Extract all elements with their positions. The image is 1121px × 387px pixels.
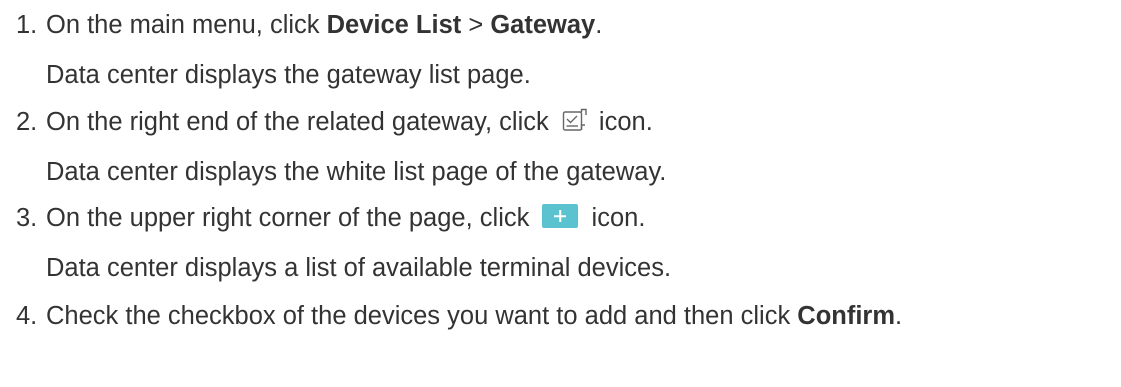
instruction-text: icon. <box>591 108 653 136</box>
step-number: 4. <box>16 302 38 330</box>
step-3: 3. On the upper right corner of the page… <box>16 199 671 287</box>
step-4: 4. Check the checkbox of the devices you… <box>16 297 902 335</box>
add-plus-icon <box>542 204 579 228</box>
step-3-result: Data center displays a list of available… <box>46 254 672 282</box>
menu-gateway: Gateway <box>490 11 596 39</box>
confirm-label: Confirm <box>797 302 896 330</box>
instruction-text: On the upper right corner of the page, c… <box>46 204 537 232</box>
instruction-text: icon. <box>584 204 646 232</box>
step-1: 1. On the main menu, click Device List >… <box>16 6 602 94</box>
step-3-instruction: 3. On the upper right corner of the page… <box>16 199 671 237</box>
menu-separator: > <box>461 11 491 39</box>
menu-device-list: Device List <box>326 11 462 39</box>
whitelist-check-icon <box>562 107 588 131</box>
step-4-instruction: 4. Check the checkbox of the devices you… <box>16 297 902 335</box>
step-number: 3. <box>16 204 38 232</box>
instruction-text: On the right end of the related gateway,… <box>46 108 556 136</box>
instruction-text: . <box>895 302 903 330</box>
step-2-instruction: 2. On the right end of the related gatew… <box>16 103 666 141</box>
instruction-text: . <box>595 11 603 39</box>
step-1-instruction: 1. On the main menu, click Device List >… <box>16 6 602 44</box>
instruction-text: Check the checkbox of the devices you wa… <box>46 302 798 330</box>
step-2-result: Data center displays the white list page… <box>46 158 667 186</box>
step-2: 2. On the right end of the related gatew… <box>16 103 666 191</box>
step-number: 1. <box>16 11 38 39</box>
instruction-text: On the main menu, click <box>46 11 327 39</box>
step-number: 2. <box>16 108 38 136</box>
step-1-result: Data center displays the gateway list pa… <box>46 61 531 89</box>
